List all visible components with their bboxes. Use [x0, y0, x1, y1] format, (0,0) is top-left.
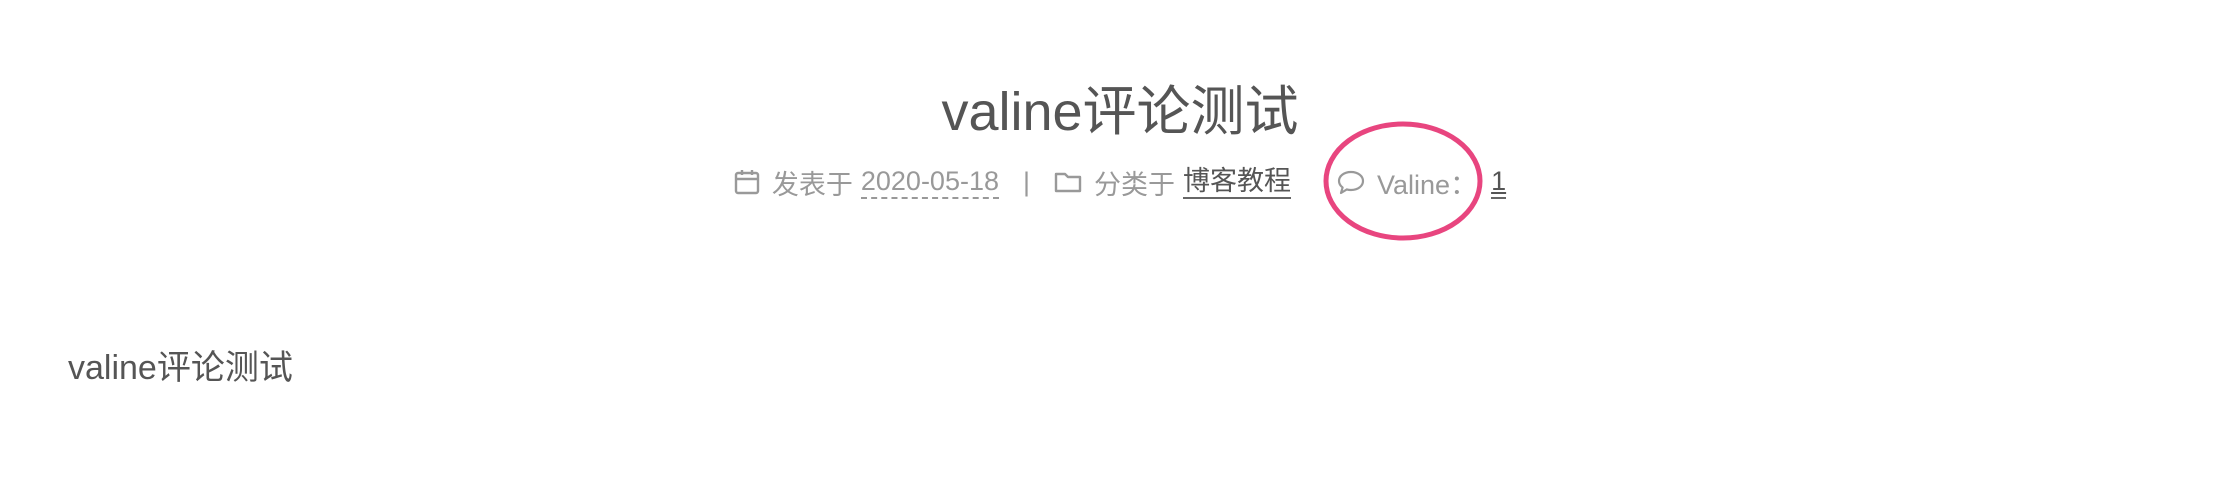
- post-meta: 发表于 2020-05-18 | 分类于 博客教程 Valine： 1: [0, 160, 2240, 204]
- comments-meta: Valine： 1: [1337, 163, 1507, 202]
- category-link[interactable]: 博客教程: [1183, 165, 1292, 199]
- posted-label: 发表于: [771, 169, 853, 200]
- meta-divider: |: [1023, 166, 1031, 197]
- post-date: 2020-05-18: [860, 165, 999, 199]
- post-category-meta: 分类于 博客教程: [1054, 163, 1292, 202]
- comment-icon: [1337, 169, 1365, 195]
- folder-icon: [1054, 170, 1082, 194]
- comments-label: Valine：: [1377, 169, 1478, 200]
- post-date-meta: 发表于 2020-05-18: [734, 163, 999, 202]
- category-label: 分类于: [1094, 169, 1176, 200]
- post-body-text: valine评论测试: [68, 349, 293, 387]
- post-title: valine评论测试: [941, 82, 1299, 142]
- calendar-icon: [734, 169, 760, 195]
- comments-count-link[interactable]: 1: [1491, 165, 1507, 199]
